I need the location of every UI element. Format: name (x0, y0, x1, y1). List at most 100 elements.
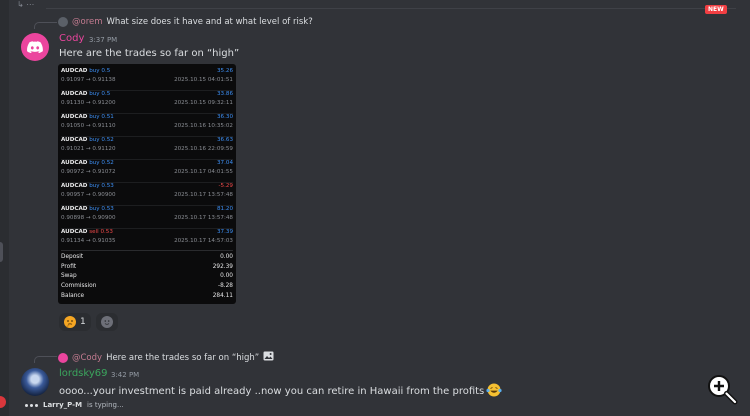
trade-side: buy (89, 91, 100, 97)
trade-symbol: AUDCAD (61, 114, 88, 120)
trade-prices: 0.91134 → 0.91035 (61, 237, 116, 244)
trade-profit: 36.30 (216, 114, 233, 120)
trade-prices: 0.91097 → 0.91138 (61, 76, 116, 83)
trade-time: 2025.10.17 04:01:55 (174, 168, 233, 175)
discord-logo-icon (27, 41, 43, 53)
trade-time: 2025.10.17 13:57:48 (174, 214, 233, 221)
reply-preview-text: What size does it have and at what level… (106, 17, 313, 27)
avatar[interactable] (21, 368, 49, 396)
message-author[interactable]: lordsky69 (59, 368, 107, 379)
trade-prices: 0.91130 → 0.91200 (61, 99, 116, 106)
trade-symbol: AUDCAD (61, 160, 88, 166)
trade-size: 0.52 (101, 137, 114, 143)
trade-profit: 37.39 (216, 229, 233, 235)
trade-side: buy (89, 183, 100, 189)
trade-row: AUDCAD buy 0.5 35.26 0.91097 → 0.91138 202… (61, 68, 233, 91)
reply-avatar (58, 17, 68, 27)
account-summary: Deposit 0.00 Profit 292.39 Swap 0.00 Commis… (61, 254, 233, 302)
trade-size: 0.5 (101, 68, 111, 74)
trade-size: 0.53 (101, 206, 114, 212)
trade-size: 0.53 (100, 229, 113, 235)
reply-reference[interactable]: @orem What size does it have and at what… (58, 17, 313, 27)
trade-symbol: AUDCAD (61, 68, 88, 74)
trade-symbol: AUDCAD (61, 183, 88, 189)
summary-row-balance: Balance 284.11 (61, 292, 233, 299)
reply-reference[interactable]: @Cody Here are the trades so far on “hig… (58, 351, 274, 364)
message-author[interactable]: Cody (59, 33, 84, 44)
reply-preview-text: Here are the trades so far on “high” (106, 352, 260, 363)
summary-row-commission: Commission -8.28 (61, 283, 233, 290)
summary-row-profit: Profit 292.39 (61, 263, 233, 270)
trade-symbol: AUDCAD (61, 91, 88, 97)
trade-row: AUDCAD buy 0.53 81.20 0.90898 → 0.90900 20… (61, 206, 233, 229)
trade-size: 0.53 (101, 183, 114, 189)
trade-profit: -5.29 (218, 183, 233, 189)
reply-spine (34, 356, 57, 363)
trade-side: buy (89, 206, 100, 212)
trade-size: 0.5 (101, 91, 111, 97)
trade-time: 2025.10.16 10:35:02 (174, 122, 233, 129)
trade-row: AUDCAD sell 0.53 37.39 0.91134 → 0.91035 2… (61, 229, 233, 251)
message-timestamp: 3:37 PM (89, 36, 118, 44)
trade-prices: 0.90898 → 0.90900 (61, 214, 116, 221)
add-reaction-icon (101, 316, 113, 328)
trade-time: 2025.10.17 13:57:48 (174, 191, 233, 198)
trade-side: sell (89, 229, 99, 235)
trade-profit: 33.86 (216, 91, 233, 97)
trade-time: 2025.10.16 22:09:59 (174, 145, 233, 152)
trade-size: 0.52 (101, 160, 114, 166)
reply-avatar (58, 352, 68, 363)
trade-row: AUDCAD buy 0.51 36.30 0.91050 → 0.91110 20… (61, 114, 233, 137)
previous-message-fragment: ↳ ⋯ (17, 0, 35, 9)
trade-row: AUDCAD buy 0.52 36.63 0.91021 → 0.91120 20… (61, 137, 233, 160)
new-messages-badge[interactable]: NEW (705, 5, 727, 14)
trade-symbol: AUDCAD (61, 206, 88, 212)
trade-time: 2025.10.15 04:01:51 (174, 76, 233, 83)
trade-row: AUDCAD buy 0.53 -5.29 0.90957 → 0.90900 20… (61, 183, 233, 206)
trade-time: 2025.10.17 14:57:03 (174, 237, 233, 244)
zoom-in-icon (706, 373, 738, 405)
message-text: Here are the trades so far on “high” (59, 48, 240, 59)
message-text: oooo...your investment is paid already .… (59, 386, 485, 397)
channel-sidebar-edge (0, 0, 9, 416)
typing-indicator: Larry_P-M is typing... (25, 401, 124, 409)
message-content: oooo...your investment is paid already .… (59, 383, 502, 400)
trade-time: 2025.10.15 09:32:11 (174, 99, 233, 106)
message-timestamp: 3:42 PM (111, 371, 140, 379)
trade-profit: 36.63 (216, 137, 233, 143)
trade-profit: 35.26 (216, 68, 233, 74)
trade-symbol: AUDCAD (61, 229, 88, 235)
typing-dots-icon (25, 403, 38, 407)
trade-symbol: AUDCAD (61, 137, 88, 143)
summary-divider (61, 250, 233, 251)
trade-prices: 0.90972 → 0.91072 (61, 168, 116, 175)
add-reaction-button[interactable] (96, 313, 118, 331)
reaction-button[interactable]: 1 (59, 313, 91, 331)
typing-user: Larry_P-M (43, 401, 83, 409)
image-attachment-icon (263, 351, 274, 364)
new-messages-divider (46, 8, 736, 9)
typing-text: is typing... (87, 401, 124, 409)
trades-image-attachment[interactable]: AUDCAD buy 0.5 35.26 0.91097 → 0.91138 202… (58, 64, 236, 304)
trade-row: AUDCAD buy 0.52 37.04 0.90972 → 0.91072 20… (61, 160, 233, 183)
trade-side: buy (89, 137, 100, 143)
reply-author[interactable]: @Cody (72, 353, 102, 363)
reply-spine (34, 22, 57, 29)
thinking-face-emoji-icon (64, 316, 76, 328)
summary-row-deposit: Deposit 0.00 (61, 254, 233, 260)
trade-side: buy (89, 160, 100, 166)
avatar[interactable] (21, 33, 49, 61)
trade-prices: 0.90957 → 0.90900 (61, 191, 116, 198)
trade-row: AUDCAD buy 0.5 33.86 0.91130 → 0.91200 202… (61, 91, 233, 114)
summary-row-swap: Swap 0.00 (61, 273, 233, 280)
trade-side: buy (89, 114, 100, 120)
sidebar-toggle-handle[interactable] (0, 242, 3, 262)
trade-size: 0.51 (101, 114, 114, 120)
reaction-count: 1 (80, 317, 86, 327)
trade-side: buy (89, 68, 100, 74)
trade-prices: 0.91050 → 0.91110 (61, 122, 116, 129)
laughing-tears-emoji-icon (486, 383, 502, 400)
trade-profit: 37.04 (216, 160, 233, 166)
reply-author[interactable]: @orem (72, 17, 103, 27)
trade-profit: 81.20 (216, 206, 233, 212)
